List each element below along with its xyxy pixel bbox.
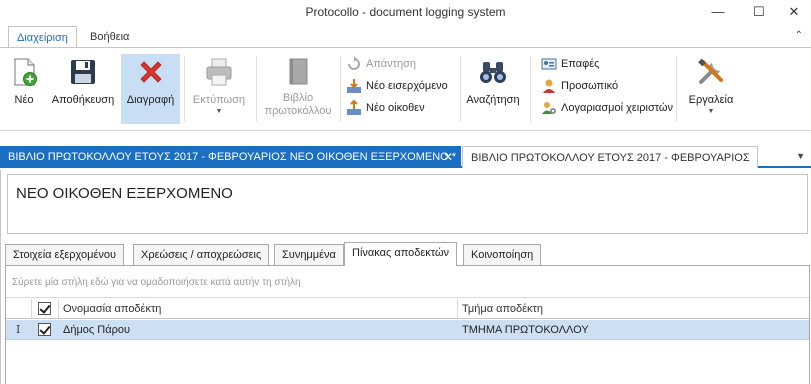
save-button[interactable]: Αποθήκευση xyxy=(50,54,116,124)
search-label: Αναζήτηση xyxy=(466,94,520,106)
select-all-checkbox[interactable] xyxy=(38,302,51,315)
search-button[interactable]: Αναζήτηση xyxy=(464,54,522,124)
close-button[interactable]: ✕ xyxy=(783,3,805,21)
reply-button[interactable]: Απάντηση xyxy=(346,55,416,73)
new-document-icon xyxy=(8,56,40,88)
tabs-dropdown-icon[interactable]: ▼ xyxy=(796,151,805,161)
new-button[interactable]: Νέο xyxy=(4,54,44,124)
contacts-card-icon xyxy=(541,56,557,72)
sub-tabs: Στοιχεία εξερχομένου Χρεώσεις / αποχρεώσ… xyxy=(5,242,810,267)
delete-label: Διαγραφή xyxy=(126,94,175,106)
table-row[interactable]: I Δήμος Πάρου ΤΜΗΜΑ ΠΡΩΤΟΚΟΛΛΟΥ xyxy=(6,320,809,340)
ribbon-separator xyxy=(530,56,531,122)
incoming-tray-icon xyxy=(346,78,362,94)
tab-outgoing-details[interactable]: Στοιχεία εξερχομένου xyxy=(5,244,125,266)
recipients-grid: Σύρετε μία στήλη εδώ για να ομαδοποιήσετ… xyxy=(5,266,810,384)
binoculars-icon xyxy=(477,56,509,88)
group-by-hint: Σύρετε μία στήλη εδώ για να ομαδοποιήσετ… xyxy=(12,277,301,288)
column-header-recipient-department[interactable]: Τμήμα αποδέκτη xyxy=(458,299,809,319)
close-tab-icon[interactable]: ✕ xyxy=(443,146,453,168)
ribbon-collapse-icon[interactable]: ⌃ xyxy=(795,30,803,41)
new-label: Νέο xyxy=(14,94,34,106)
print-dropdown-icon: ▼ xyxy=(215,108,223,115)
print-label: Εκτύπωση xyxy=(192,94,246,106)
ribbon-separator xyxy=(256,56,257,122)
ribbon-tabs: Διαχείριση Βοήθεια ⌃ xyxy=(0,26,811,48)
form-title: ΝΕΟ ΟΙΚΟΘΕΝ ΕΞΕΡΧΟΜΕΝΟ xyxy=(16,185,233,202)
document-tabs: ΒΙΒΛΙΟ ΠΡΩΤΟΚΟΛΛΟΥ ΕΤΟΥΣ 2017 - ΦΕΒΡΟΥΑΡ… xyxy=(0,146,811,168)
document-tab-protocol-book[interactable]: ΒΙΒΛΙΟ ΠΡΩΤΟΚΟΛΛΟΥ ΕΤΟΥΣ 2017 - ΦΕΒΡΟΥΑΡ… xyxy=(462,146,758,168)
delete-button[interactable]: Διαγραφή xyxy=(121,54,180,124)
select-all-header[interactable] xyxy=(32,299,59,319)
recipient-name-cell[interactable]: Δήμος Πάρου xyxy=(59,320,458,340)
contacts-button[interactable]: Επαφές xyxy=(541,55,599,73)
grid-header: Ονομασία αποδέκτη Τμήμα αποδέκτη xyxy=(6,299,809,319)
book-icon xyxy=(282,56,314,88)
tab-charges[interactable]: Χρεώσεις / αποχρεώσεις xyxy=(133,244,270,266)
document-content: ΝΕΟ ΟΙΚΟΘΕΝ ΕΞΕΡΧΟΜΕΝΟ Στοιχεία εξερχομέ… xyxy=(0,170,811,384)
floppy-disk-icon xyxy=(67,56,99,88)
ribbon: Νέο Αποθήκευση Διαγραφή Εκτύπωση ▼ Βιβλί… xyxy=(0,47,811,131)
ribbon-tab-manage[interactable]: Διαχείριση xyxy=(8,26,77,48)
tab-notification[interactable]: Κοινοποίηση xyxy=(463,244,542,266)
tools-dropdown-icon: ▼ xyxy=(707,108,715,115)
row-indicator-header xyxy=(6,299,32,319)
tab-attachments[interactable]: Συνημμένα xyxy=(274,244,344,266)
staff-button[interactable]: Προσωπικό xyxy=(541,77,618,95)
print-button[interactable]: Εκτύπωση ▼ xyxy=(188,54,250,124)
ribbon-separator xyxy=(184,56,185,122)
outgoing-tray-icon xyxy=(346,99,362,116)
user-gear-icon xyxy=(541,100,557,116)
user-accounts-button[interactable]: Λογαριασμοί χειριστών xyxy=(541,99,673,117)
tools-label: Εργαλεία xyxy=(688,94,734,106)
protocol-book-button[interactable]: Βιβλίο πρωτοκόλλου xyxy=(260,54,336,124)
printer-icon xyxy=(203,56,235,88)
window-title: Protocollo - document logging system xyxy=(305,5,506,19)
tools-button[interactable]: Εργαλεία ▼ xyxy=(682,54,740,124)
new-incoming-button[interactable]: Νέο εισερχόμενο xyxy=(346,77,448,95)
save-label: Αποθήκευση xyxy=(51,94,115,106)
person-icon xyxy=(541,78,557,94)
red-x-icon xyxy=(135,56,167,88)
column-header-recipient-name[interactable]: Ονομασία αποδέκτη xyxy=(59,299,458,319)
tools-icon xyxy=(695,56,727,88)
maximize-button[interactable]: ☐ xyxy=(748,3,770,21)
document-tab-new-outgoing[interactable]: ΒΙΒΛΙΟ ΠΡΩΤΟΚΟΛΛΟΥ ΕΤΟΥΣ 2017 - ΦΕΒΡΟΥΑΡ… xyxy=(0,146,461,168)
ribbon-separator xyxy=(676,56,677,122)
ribbon-separator xyxy=(340,56,341,122)
new-outgoing-button[interactable]: Νέο οίκοθεν xyxy=(346,99,425,117)
title-bar: Protocollo - document logging system — ☐… xyxy=(0,0,811,24)
form-header: ΝΕΟ ΟΙΚΟΘΕΝ ΕΞΕΡΧΟΜΕΝΟ xyxy=(7,174,808,234)
minimize-button[interactable]: — xyxy=(707,3,729,21)
protocol-book-label: Βιβλίο πρωτοκόλλου xyxy=(264,92,332,117)
tab-recipients[interactable]: Πίνακας αποδεκτών xyxy=(344,242,458,267)
group-by-panel[interactable]: Σύρετε μία στήλη εδώ για να ομαδοποιήσετ… xyxy=(6,266,809,298)
row-checkbox[interactable] xyxy=(38,323,51,336)
reply-icon xyxy=(346,56,362,72)
ribbon-tab-help[interactable]: Βοήθεια xyxy=(82,26,137,48)
ribbon-separator xyxy=(460,56,461,122)
row-indicator: I xyxy=(16,323,21,336)
recipient-department-cell[interactable]: ΤΜΗΜΑ ΠΡΩΤΟΚΟΛΛΟΥ xyxy=(458,320,809,340)
